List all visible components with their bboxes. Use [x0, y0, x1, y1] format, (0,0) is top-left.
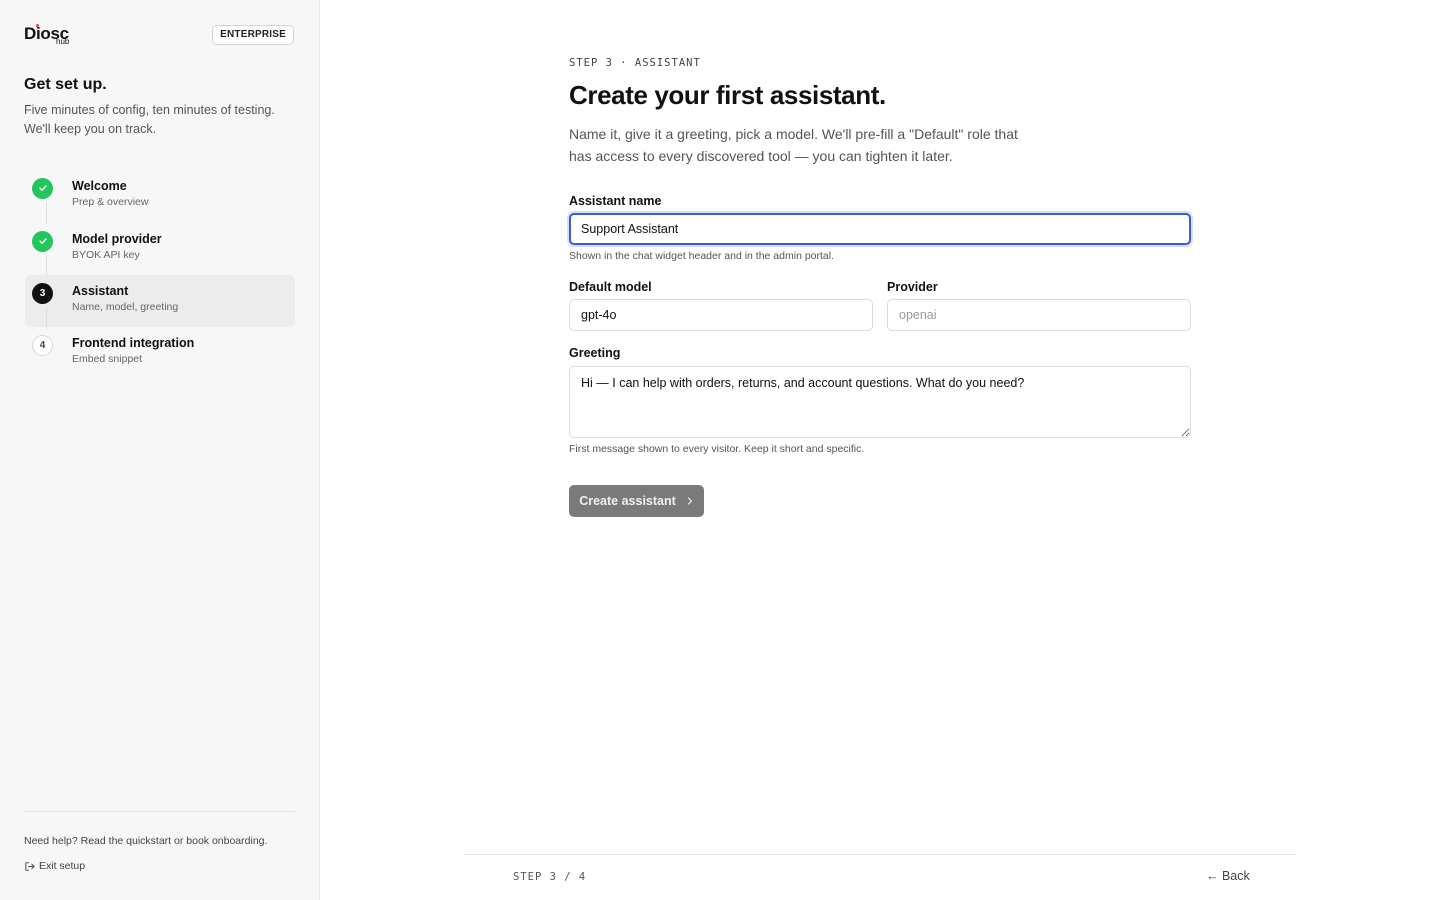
- step-frontend-integration[interactable]: 4 Frontend integration Embed snippet: [25, 327, 295, 379]
- exit-setup-label: Exit setup: [39, 860, 86, 872]
- step-desc: Prep & overview: [72, 196, 149, 208]
- assistant-name-label: Assistant name: [569, 194, 662, 208]
- step-desc: Name, model, greeting: [72, 301, 179, 313]
- step-title: Welcome: [72, 179, 127, 193]
- step-eyebrow: STEP 3 · ASSISTANT: [569, 57, 701, 69]
- sidebar: Diosc hub ENTERPRISE Get set up. Five mi…: [0, 0, 320, 900]
- create-assistant-button[interactable]: Create assistant: [569, 485, 704, 517]
- footer-divider: [464, 854, 1296, 855]
- step-connector: [46, 202, 47, 224]
- brand-logo[interactable]: Diosc hub: [24, 24, 84, 48]
- plan-badge: ENTERPRISE: [212, 25, 294, 45]
- page-title: Create your first assistant.: [569, 80, 886, 110]
- step-number: 4: [32, 335, 53, 356]
- sidebar-subtitle: Five minutes of config, ten minutes of t…: [24, 103, 275, 136]
- footer-step-indicator: STEP 3 / 4: [513, 871, 587, 883]
- brand-name: Diosc: [24, 24, 69, 43]
- logo-dot-icon: [36, 24, 39, 27]
- exit-icon: [25, 861, 35, 871]
- step-assistant[interactable]: 3 Assistant Name, model, greeting: [25, 275, 295, 329]
- greeting-textarea[interactable]: Hi — I can help with orders, returns, an…: [569, 366, 1191, 438]
- assistant-name-input[interactable]: [569, 213, 1191, 245]
- create-assistant-label: Create assistant: [579, 494, 676, 508]
- step-title: Assistant: [72, 284, 129, 298]
- step-title: Model provider: [72, 232, 162, 246]
- provider-label: Provider: [887, 280, 938, 294]
- assistant-name-hint: Shown in the chat widget header and in t…: [569, 250, 835, 262]
- step-connector: [46, 307, 47, 329]
- brand-sub: hub: [56, 37, 70, 46]
- exit-setup-link[interactable]: Exit setup: [24, 860, 85, 872]
- back-button[interactable]: ← Back: [1206, 869, 1250, 883]
- help-text[interactable]: Need help? Read the quickstart or book o…: [24, 835, 267, 847]
- sidebar-divider: [24, 811, 295, 812]
- sidebar-title: Get set up.: [24, 76, 107, 93]
- page-lead: Name it, give it a greeting, pick a mode…: [569, 126, 1018, 164]
- provider-input[interactable]: [887, 299, 1191, 331]
- step-complete-icon: [32, 178, 53, 199]
- step-complete-icon: [32, 231, 53, 252]
- chevron-right-icon: [687, 497, 692, 505]
- greeting-hint: First message shown to every visitor. Ke…: [569, 443, 865, 455]
- greeting-label: Greeting: [569, 346, 621, 360]
- step-number: 3: [32, 283, 53, 304]
- default-model-input[interactable]: [569, 299, 873, 331]
- step-connector: [46, 255, 47, 277]
- step-title: Frontend integration: [72, 336, 195, 350]
- step-desc: Embed snippet: [72, 353, 143, 365]
- steps-list: Welcome Prep & overview Model provider B…: [25, 170, 295, 379]
- step-welcome[interactable]: Welcome Prep & overview: [25, 170, 295, 224]
- step-model-provider[interactable]: Model provider BYOK API key: [25, 223, 295, 277]
- default-model-label: Default model: [569, 280, 652, 294]
- step-desc: BYOK API key: [72, 249, 140, 261]
